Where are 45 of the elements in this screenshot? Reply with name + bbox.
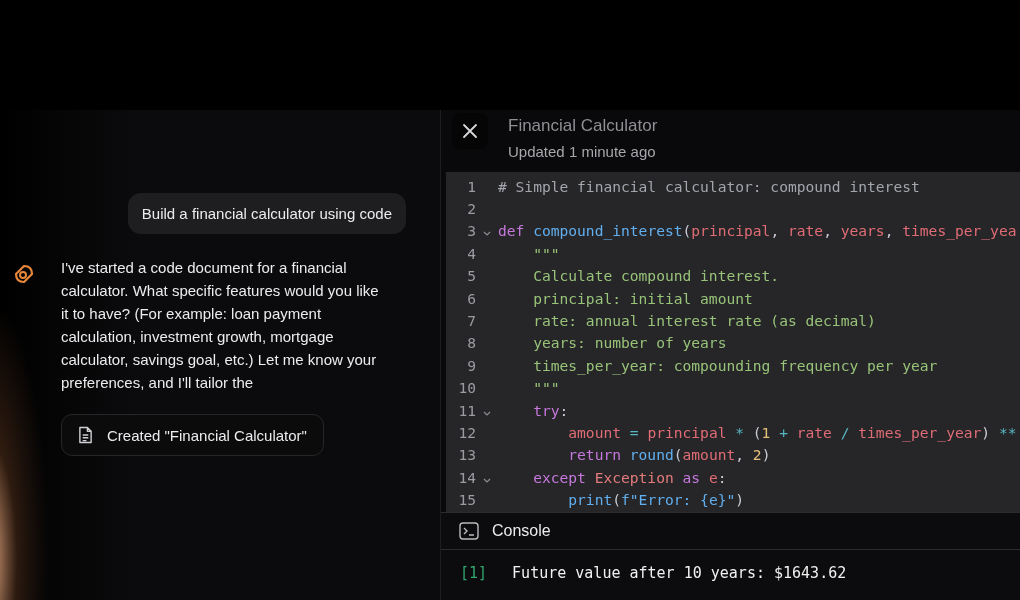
line-number: 13	[457, 446, 476, 464]
chevron-icon[interactable]	[483, 477, 491, 483]
console-output: Future value after 10 years: $1643.62	[512, 564, 847, 582]
line-number: 2	[466, 200, 476, 218]
code-line: return round(amount, 2)	[567, 446, 771, 464]
line-number: 4	[466, 244, 476, 262]
line-number: 9	[466, 356, 476, 374]
code-line: amount = principal * (1 + rate / times_per_year) **	[567, 424, 1017, 441]
code-line: principal: initial amount	[532, 289, 753, 307]
assistant-message: I've started a code document for a financial calculator. What specific features would you like it to have? (For example: loan payment calculation, investment growth, mortgage calculator, savings goal, etc.) Let me know your preferences, and I'll tailor the	[61, 258, 380, 393]
terminal-icon	[459, 522, 479, 540]
code-line: # Simple financial calculator: compound interest	[498, 177, 920, 195]
artifact-chip[interactable]: Created "Financial Calculator"	[61, 414, 324, 456]
chevron-icon[interactable]	[483, 231, 491, 237]
code-line: except Exception as e:	[532, 468, 727, 486]
user-message: Build a financial calculator using code	[127, 193, 406, 234]
line-number: 6	[466, 289, 476, 307]
line-number: 3	[466, 222, 476, 240]
line-number: 14	[457, 468, 476, 486]
code-line: """	[532, 379, 560, 397]
code-line: times_per_year: compounding frequency per year	[532, 356, 938, 374]
line-number: 15	[457, 491, 476, 509]
line-number: 10	[457, 379, 476, 397]
line-number: 12	[457, 424, 476, 441]
document-icon	[78, 426, 93, 444]
line-number: 1	[466, 177, 476, 195]
updated-time: Updated 1 minute ago	[508, 143, 657, 160]
code-line: try:	[532, 401, 569, 419]
close-button[interactable]	[452, 113, 488, 149]
line-number: 7	[466, 312, 476, 330]
chevron-icon[interactable]	[483, 410, 491, 416]
code-line: years: number of years	[532, 334, 727, 352]
code-line: Calculate compound interest.	[532, 267, 780, 285]
code-line: print(f"Error: {e}")	[567, 491, 745, 509]
line-number: 8	[466, 334, 476, 352]
document-title: Financial Calculator	[508, 116, 658, 136]
line-number: 11	[457, 401, 476, 419]
line-number: 5	[466, 267, 476, 285]
close-icon	[462, 123, 478, 139]
code-line: def compound_interest(principal, rate, years, times_per_yea	[498, 222, 1017, 240]
console-title: Console	[492, 522, 551, 540]
logo-icon	[12, 262, 36, 286]
code-line: rate: annual interest rate (as decimal)	[532, 312, 876, 330]
output-index: [1]	[460, 564, 488, 582]
code-line: """	[532, 244, 560, 262]
